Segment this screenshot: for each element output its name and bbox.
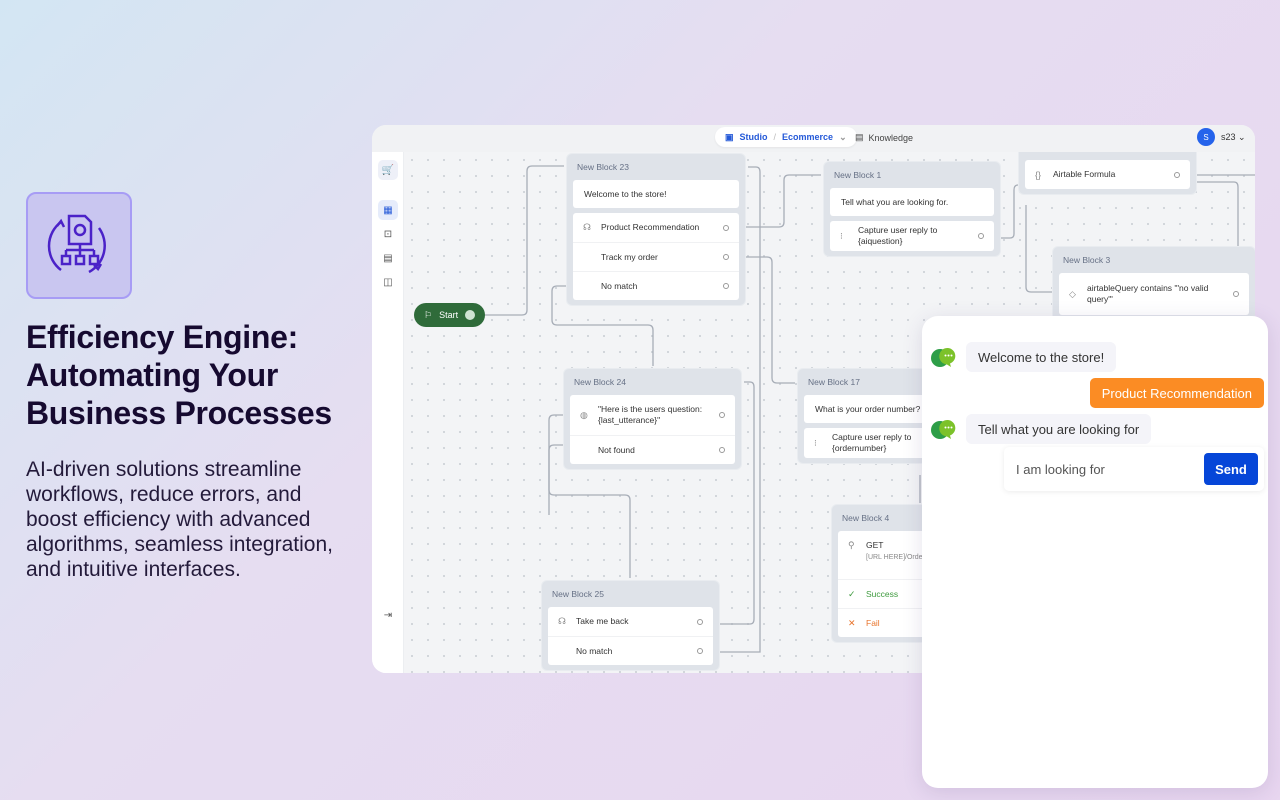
port[interactable] bbox=[723, 283, 729, 289]
port[interactable] bbox=[1233, 291, 1239, 297]
avatar[interactable]: S bbox=[1197, 128, 1215, 146]
path-row[interactable]: Not found bbox=[570, 435, 735, 464]
cart-icon[interactable]: 🛒 bbox=[378, 160, 398, 180]
user-menu[interactable]: s23 ⌄ bbox=[1221, 132, 1246, 143]
workflow-automation-icon bbox=[26, 192, 132, 299]
globe-icon: ◍ bbox=[580, 409, 588, 420]
block-title: New Block 23 bbox=[577, 162, 629, 172]
port[interactable] bbox=[697, 618, 703, 625]
start-node[interactable]: ⚐ Start bbox=[414, 303, 485, 327]
choice-row[interactable]: ☊ Product Recommendation bbox=[573, 213, 739, 242]
block-new-block-23[interactable]: New Block 23 Welcome to the store! ☊ Prod… bbox=[566, 153, 746, 306]
api-icon: ⚲ bbox=[848, 540, 855, 550]
block-new-block-24[interactable]: New Block 24 ◍ "Here is the users questio… bbox=[563, 368, 742, 470]
breadcrumb-studio[interactable]: Studio bbox=[740, 132, 768, 142]
bot-message: Welcome to the store! bbox=[930, 342, 1117, 372]
message-step[interactable]: Tell what you are looking for. bbox=[830, 188, 994, 216]
code-braces-icon: {} bbox=[1035, 169, 1042, 180]
block-new-block-1[interactable]: New Block 1 Tell what you are looking fo… bbox=[823, 161, 1001, 257]
choice-row[interactable]: ☊ Take me back bbox=[548, 607, 713, 636]
message-step[interactable]: Welcome to the store! bbox=[573, 180, 739, 208]
port[interactable] bbox=[719, 447, 725, 453]
top-bar: ▣ Studio / Ecommerce ⌄ ▤ Knowledge S s23 … bbox=[372, 125, 1255, 152]
studio-icon: ▣ bbox=[725, 131, 734, 142]
chat-input-box: Send bbox=[1004, 447, 1264, 491]
block-new-block-25[interactable]: New Block 25 ☊ Take me back No match bbox=[541, 580, 720, 671]
breadcrumb-separator: / bbox=[773, 132, 777, 142]
bot-message: Tell what you are looking for bbox=[930, 414, 1152, 444]
condition-step[interactable]: ◇ airtableQuery contains '"no valid query… bbox=[1059, 273, 1249, 315]
hero-title: Efficiency Engine: Automating Your Busin… bbox=[26, 319, 332, 431]
step-label: Airtable Formula bbox=[1053, 169, 1116, 179]
choice-row[interactable]: Track my order bbox=[573, 242, 739, 271]
checklist-icon[interactable]: ▤ bbox=[378, 248, 398, 268]
block-title: New Block 24 bbox=[574, 377, 626, 387]
port[interactable] bbox=[1174, 171, 1180, 178]
analytics-icon[interactable]: ◫ bbox=[378, 272, 398, 292]
start-port[interactable] bbox=[465, 310, 475, 320]
chat-widget: Welcome to the store! Product Recommenda… bbox=[922, 316, 1268, 788]
designer-icon[interactable]: ▦ bbox=[378, 200, 398, 220]
port[interactable] bbox=[978, 233, 984, 239]
chat-input[interactable] bbox=[1016, 461, 1204, 477]
port[interactable] bbox=[719, 412, 725, 418]
api-method: GET bbox=[866, 540, 884, 550]
choice-row[interactable]: No match bbox=[548, 636, 713, 665]
knowledge-label: Knowledge bbox=[868, 132, 914, 143]
port[interactable] bbox=[697, 648, 703, 654]
choice-label: Take me back bbox=[576, 616, 629, 626]
choice-label: No match bbox=[601, 280, 638, 291]
block-title: New Block 1 bbox=[834, 170, 882, 180]
breadcrumb[interactable]: ▣ Studio / Ecommerce ⌄ bbox=[715, 127, 857, 147]
flag-icon: ⚐ bbox=[424, 309, 433, 320]
breadcrumb-project[interactable]: Ecommerce bbox=[782, 132, 833, 142]
book-icon: ▤ bbox=[855, 132, 864, 142]
block-title: New Block 3 bbox=[1063, 255, 1111, 265]
start-label: Start bbox=[439, 310, 459, 320]
choice-label: No match bbox=[576, 645, 613, 656]
chat-bot-icon bbox=[931, 419, 956, 439]
chevron-down-icon: ⌄ bbox=[839, 131, 847, 142]
terminal-icon[interactable]: ⊡ bbox=[378, 224, 398, 244]
port[interactable] bbox=[723, 254, 729, 260]
username: s23 bbox=[1221, 132, 1236, 142]
step-label: "Here is the users question: {last_utter… bbox=[598, 404, 703, 425]
choice-icon: ☊ bbox=[583, 222, 591, 232]
x-icon: ✕ bbox=[848, 617, 856, 628]
formula-step[interactable]: {} Airtable Formula bbox=[1025, 160, 1190, 189]
user-bubble: Product Recommendation bbox=[1089, 378, 1264, 408]
bot-bubble: Welcome to the store! bbox=[966, 342, 1117, 372]
expand-sidebar-icon[interactable]: ⇥ bbox=[378, 605, 398, 625]
send-button[interactable]: Send bbox=[1204, 453, 1258, 485]
choice-label: Product Recommendation bbox=[601, 222, 700, 232]
bot-bubble: Tell what you are looking for bbox=[966, 414, 1152, 444]
knowledge-link[interactable]: ▤ Knowledge bbox=[855, 132, 913, 143]
capture-step[interactable]: ⁝ Capture user reply to {aiquestion} bbox=[830, 221, 994, 251]
condition-icon: ◇ bbox=[1069, 288, 1076, 299]
capture-label: Capture user reply to {aiquestion} bbox=[858, 225, 938, 246]
port[interactable] bbox=[723, 224, 729, 231]
chat-bot-icon bbox=[931, 347, 956, 367]
ai-step[interactable]: ◍ "Here is the users question: {last_utte… bbox=[570, 395, 735, 435]
condition-label: airtableQuery contains '"no valid query"… bbox=[1087, 283, 1209, 304]
choice-icon: ☊ bbox=[558, 616, 566, 626]
choice-step[interactable]: ☊ Product Recommendation Track my order N… bbox=[573, 213, 739, 300]
block-title: New Block 25 bbox=[552, 589, 604, 599]
check-icon: ✓ bbox=[848, 588, 856, 599]
capture-icon: ⁝ bbox=[840, 230, 843, 241]
canvas-sidebar: 🛒 ▦ ⊡ ▤ ◫ ⇥ bbox=[372, 152, 404, 673]
choice-label: Track my order bbox=[601, 251, 658, 262]
step-label: Not found bbox=[598, 444, 635, 455]
choice-row[interactable]: No match bbox=[573, 271, 739, 300]
chevron-down-icon: ⌄ bbox=[1238, 132, 1246, 142]
hero-description: AI-driven solutions streamline workflows… bbox=[26, 458, 333, 581]
capture-icon: ⁝ bbox=[814, 437, 817, 448]
